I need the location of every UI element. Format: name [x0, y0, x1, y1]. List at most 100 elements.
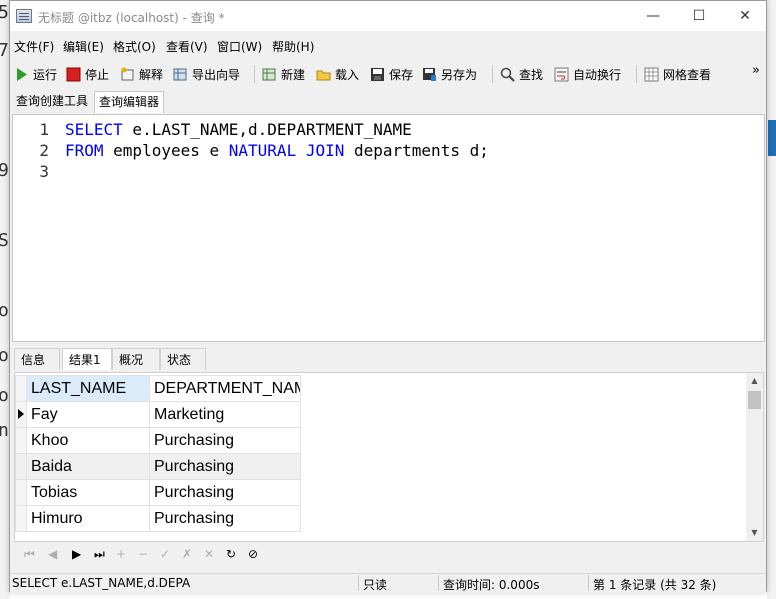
find-button[interactable]: 查找 [500, 65, 543, 83]
minimize-button[interactable]: — [630, 1, 676, 31]
menu-edit[interactable]: 编辑(E) [63, 38, 104, 55]
status-separator [588, 575, 589, 591]
stop-icon [66, 67, 81, 82]
vertical-scrollbar[interactable]: ▲ ▼ [746, 373, 763, 541]
code-line-1: SELECT e.LAST_NAME,d.DEPARTMENT_NAME [65, 120, 412, 139]
tab-status[interactable]: 状态 [160, 348, 206, 370]
save-as-icon [422, 67, 437, 82]
query-window: 无标题 @itbz (localhost) - 查询 * — ☐ ✕ 文件(F)… [9, 0, 767, 593]
previous-record-icon[interactable]: ◀ [48, 547, 57, 561]
tab-query-editor[interactable]: 查询编辑器 [94, 91, 165, 113]
table-cell[interactable]: Tobias [26, 479, 150, 506]
row-header [15, 479, 27, 506]
explain-label: 解释 [139, 67, 164, 82]
export-wizard-label: 导出向导 [192, 67, 241, 82]
code-text: departments d; [344, 141, 489, 160]
status-separator [438, 575, 439, 591]
run-button[interactable]: 运行 [14, 65, 57, 83]
clear-icon[interactable]: ✕ [204, 547, 214, 561]
menu-window[interactable]: 窗口(W) [217, 38, 262, 55]
line-number-gutter: 1 2 3 [13, 115, 63, 341]
menu-file[interactable]: 文件(F) [14, 38, 54, 55]
status-separator [358, 575, 359, 591]
table-cell[interactable]: Purchasing [149, 505, 301, 532]
table-cell[interactable]: Khoo [26, 427, 150, 454]
new-button[interactable]: 新建 [262, 65, 305, 83]
play-icon [14, 67, 29, 82]
line-number: 2 [39, 141, 49, 160]
run-label: 运行 [33, 67, 58, 82]
word-wrap-label: 自动换行 [573, 67, 622, 82]
tab-info[interactable]: 信息 [14, 348, 60, 370]
table-cell[interactable]: Baida [26, 453, 150, 480]
next-record-icon[interactable]: ▶ [72, 547, 81, 561]
menu-view[interactable]: 查看(V) [166, 38, 208, 55]
refresh-icon[interactable]: ↻ [226, 547, 236, 561]
line-number: 1 [39, 120, 49, 139]
table-row[interactable]: Himuro Purchasing [15, 505, 301, 532]
discard-changes-icon[interactable]: ✗ [182, 547, 192, 561]
table-row[interactable]: Khoo Purchasing [15, 427, 301, 454]
load-button[interactable]: 载入 [316, 65, 359, 83]
table-cell[interactable]: Marketing [149, 401, 301, 428]
table-row[interactable]: Fay Marketing [15, 401, 301, 428]
record-navigation-bar: ⏮ ◀ ▶ ⏭ + − ✓ ✗ ✕ ↻ ⊘ [18, 545, 758, 565]
add-record-icon[interactable]: + [116, 547, 126, 561]
close-button[interactable]: ✕ [722, 1, 768, 31]
background-window-bottom [10, 592, 767, 599]
sql-editor[interactable]: 1 2 3 SELECT e.LAST_NAME,d.DEPARTMENT_NA… [12, 114, 765, 342]
toolbar-separator [254, 65, 255, 83]
grid-view-label: 网格查看 [663, 67, 712, 82]
stop-query-icon[interactable]: ⊘ [248, 547, 258, 561]
result-grid[interactable]: LAST_NAME DEPARTMENT_NAME Fay Marketing … [14, 372, 764, 542]
result-table: LAST_NAME DEPARTMENT_NAME Fay Marketing … [15, 375, 301, 532]
menu-help[interactable]: 帮助(H) [272, 38, 314, 55]
stop-button[interactable]: 停止 [66, 65, 109, 83]
export-icon [173, 67, 188, 82]
row-header [15, 453, 27, 480]
tab-result-1[interactable]: 结果1 [62, 348, 112, 370]
table-cell[interactable]: Purchasing [149, 453, 301, 480]
save-button[interactable]: 保存 [370, 65, 413, 83]
column-header-department-name[interactable]: DEPARTMENT_NAME [149, 375, 301, 402]
status-record-count: 第 1 条记录 (共 32 条) [593, 578, 717, 592]
tab-profile[interactable]: 概况 [112, 348, 160, 370]
column-header-last-name[interactable]: LAST_NAME [26, 375, 150, 402]
table-cell[interactable]: Purchasing [149, 427, 301, 454]
word-wrap-button[interactable]: 自动换行 [554, 65, 621, 83]
toolbar-overflow-button[interactable]: » [752, 61, 760, 79]
grid-view-button[interactable]: 网格查看 [644, 65, 711, 83]
row-header-corner [15, 375, 27, 402]
maximize-button[interactable]: ☐ [676, 1, 722, 31]
export-wizard-button[interactable]: 导出向导 [173, 65, 240, 83]
query-document-icon [16, 9, 32, 23]
last-record-icon[interactable]: ⏭ [94, 547, 105, 562]
explain-button[interactable]: 解释 [120, 65, 163, 83]
code-text: employees e [103, 141, 229, 160]
table-row[interactable]: Tobias Purchasing [15, 479, 301, 506]
scroll-up-arrow-icon[interactable]: ▲ [746, 373, 763, 389]
scrollbar-thumb[interactable] [748, 391, 761, 409]
title-bar[interactable]: 无标题 @itbz (localhost) - 查询 * — ☐ ✕ [10, 1, 766, 31]
tab-query-builder[interactable]: 查询创建工具 [12, 91, 92, 112]
table-row[interactable]: Baida Purchasing [15, 453, 301, 480]
new-icon [262, 67, 277, 82]
row-header [15, 427, 27, 454]
menu-format[interactable]: 格式(O) [113, 38, 156, 55]
explain-icon [120, 67, 135, 82]
apply-changes-icon[interactable]: ✓ [160, 547, 170, 561]
row-pointer-icon [18, 408, 24, 419]
delete-record-icon[interactable]: − [138, 547, 148, 561]
status-read-only: 只读 [363, 578, 388, 592]
menu-bar: 文件(F) 编辑(E) 格式(O) 查看(V) 窗口(W) 帮助(H) [10, 33, 766, 57]
first-record-icon[interactable]: ⏮ [24, 547, 35, 562]
status-query-time: 查询时间: 0.000s [443, 578, 540, 592]
scroll-down-arrow-icon[interactable]: ▼ [746, 525, 763, 541]
table-cell[interactable]: Fay [26, 401, 150, 428]
status-bar: SELECT e.LAST_NAME,d.DEPAR 只读 查询时间: 0.00… [10, 573, 766, 593]
table-cell[interactable]: Himuro [26, 505, 150, 532]
grid-icon [644, 67, 659, 82]
save-as-label: 另存为 [441, 67, 478, 82]
save-as-button[interactable]: 另存为 [422, 65, 477, 83]
table-cell[interactable]: Purchasing [149, 479, 301, 506]
